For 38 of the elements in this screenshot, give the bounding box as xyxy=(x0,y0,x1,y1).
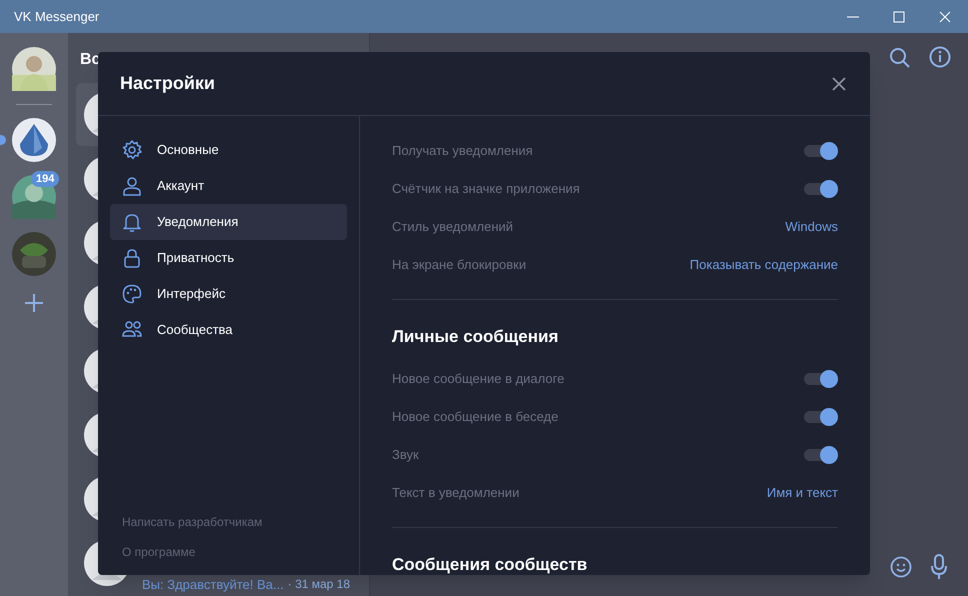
lock-icon xyxy=(122,248,142,268)
setting-label: Звук xyxy=(392,446,419,464)
microphone-icon[interactable] xyxy=(930,554,948,580)
setting-label: Получать уведомления xyxy=(392,142,533,160)
toggle-switch[interactable] xyxy=(804,142,838,160)
message-preview: Вы: Здравствуйте! Ва... xyxy=(142,577,284,592)
setting-label: Счётчик на значке приложения xyxy=(392,180,580,198)
setting-value-link[interactable]: Windows xyxy=(785,217,838,237)
setting-label: Новое сообщение в беседе xyxy=(392,408,558,426)
dialog-title: Настройки xyxy=(120,72,215,95)
person-icon xyxy=(122,176,142,196)
close-icon xyxy=(939,10,951,22)
bell-icon xyxy=(122,212,142,232)
search-icon[interactable] xyxy=(889,47,911,69)
section-heading: Личные сообщения xyxy=(392,326,558,348)
setting-value-link[interactable]: Показывать содержание xyxy=(690,255,838,275)
toggle-switch[interactable] xyxy=(804,446,838,464)
settings-icon xyxy=(122,140,142,160)
section-heading: Сообщения сообществ xyxy=(392,554,588,575)
unread-badge: 194 xyxy=(31,171,60,187)
window-title: VK Messenger xyxy=(14,8,100,26)
info-icon[interactable] xyxy=(929,46,951,68)
setting-label: На экране блокировки xyxy=(392,256,526,274)
setting-label: Новое сообщение в диалоге xyxy=(392,370,564,388)
close-icon[interactable] xyxy=(832,76,846,90)
toggle-switch[interactable] xyxy=(804,370,838,388)
toggle-switch[interactable] xyxy=(804,180,838,198)
setting-value-link[interactable]: Имя и текст xyxy=(766,482,838,502)
palette-icon xyxy=(122,284,142,304)
toggle-switch[interactable] xyxy=(804,408,838,426)
emoji-icon[interactable] xyxy=(890,556,912,578)
add-icon[interactable] xyxy=(24,293,44,313)
setting-label: Стиль уведомлений xyxy=(392,218,514,236)
message-date: · 31 мар 18 xyxy=(288,577,350,592)
people-icon xyxy=(122,320,142,340)
nav-item[interactable]: Уведомления xyxy=(110,204,347,240)
maximize-icon xyxy=(893,10,905,22)
setting-label: Текст в уведомлении xyxy=(392,484,520,502)
